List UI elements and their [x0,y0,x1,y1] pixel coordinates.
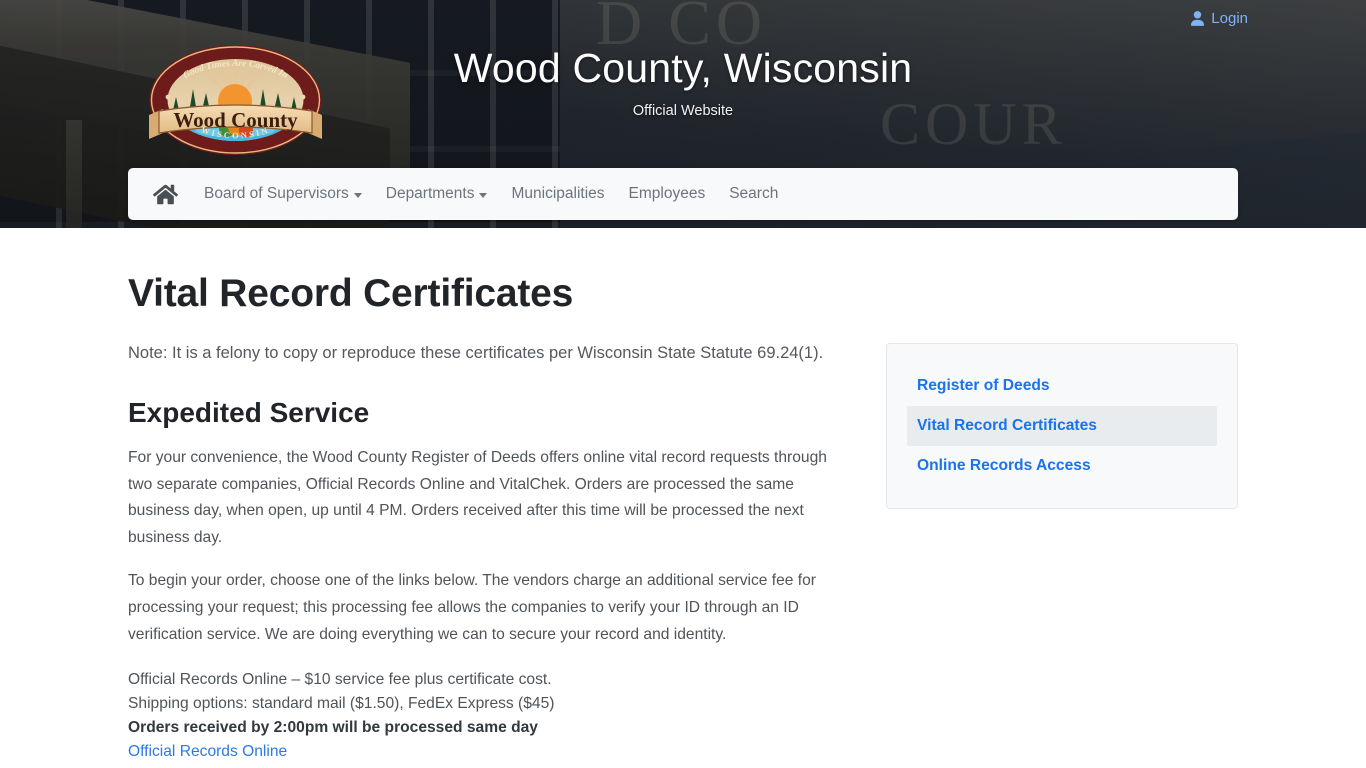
nav-item-municipalities[interactable]: Municipalities [511,185,604,203]
user-icon [1191,11,1205,26]
sidebar-item-online-records-access[interactable]: Online Records Access [907,446,1217,486]
main-navigation: Board of Supervisors Departments Municip… [128,168,1238,220]
nav-item-list: Board of Supervisors Departments Municip… [204,185,778,203]
vendor1-notice-line: Orders received by 2:00pm will be proces… [128,719,538,737]
nav-item-label: Board of Supervisors [204,185,349,202]
home-icon-glyph [152,184,178,204]
login-label: Login [1211,10,1248,27]
vendor1-shipping-line: Shipping options: standard mail ($1.50),… [128,695,555,713]
nav-item-label: Search [729,185,779,202]
nav-item-label: Departments [385,185,475,202]
page-body: Vital Record Certificates Note: It is a … [0,228,1366,768]
content-container: Vital Record Certificates Note: It is a … [128,228,1238,768]
nav-item-search[interactable]: Search [729,185,778,203]
section-title-expedited-service: Expedited Service [128,396,370,428]
paragraph-convenience: For your convenience, the Wood County Re… [128,448,827,547]
site-header: D CO COUR Login [0,0,1366,228]
svg-text:Wood County: Wood County [173,108,298,132]
nav-item-departments[interactable]: Departments [386,185,488,203]
nav-item-employees[interactable]: Employees [629,185,706,203]
nav-item-board-of-supervisors[interactable]: Board of Supervisors [204,185,362,203]
nav-item-label: Municipalities [511,185,605,202]
wood-county-logo-graphic: Wood County Good Times Are Carved In WIS… [149,45,322,155]
nav-item-label: Employees [628,185,706,202]
sidebar-card: Register of Deeds Vital Record Certifica… [886,343,1238,509]
main-content: Vital Record Certificates Note: It is a … [128,228,858,768]
sidebar-item-register-of-deeds[interactable]: Register of Deeds [907,366,1217,406]
vendor-official-records-online: Official Records Online – $10 service fe… [128,668,828,764]
page-title: Vital Record Certificates [128,272,574,315]
login-link[interactable]: Login [1191,10,1248,27]
statute-note: Note: It is a felony to copy or reproduc… [128,344,824,362]
sidebar: Register of Deeds Vital Record Certifica… [886,228,1238,509]
chevron-down-icon [479,192,488,198]
home-icon[interactable] [148,177,182,211]
wood-county-logo[interactable]: Wood County Good Times Are Carved In WIS… [141,41,330,159]
vendor1-fee-line: Official Records Online – $10 service fe… [128,671,552,689]
chevron-down-icon [353,192,362,198]
official-records-online-link[interactable]: Official Records Online [128,743,287,760]
paragraph-begin-order: To begin your order, choose one of the l… [128,571,816,643]
sidebar-item-vital-record-certificates[interactable]: Vital Record Certificates [907,406,1217,446]
